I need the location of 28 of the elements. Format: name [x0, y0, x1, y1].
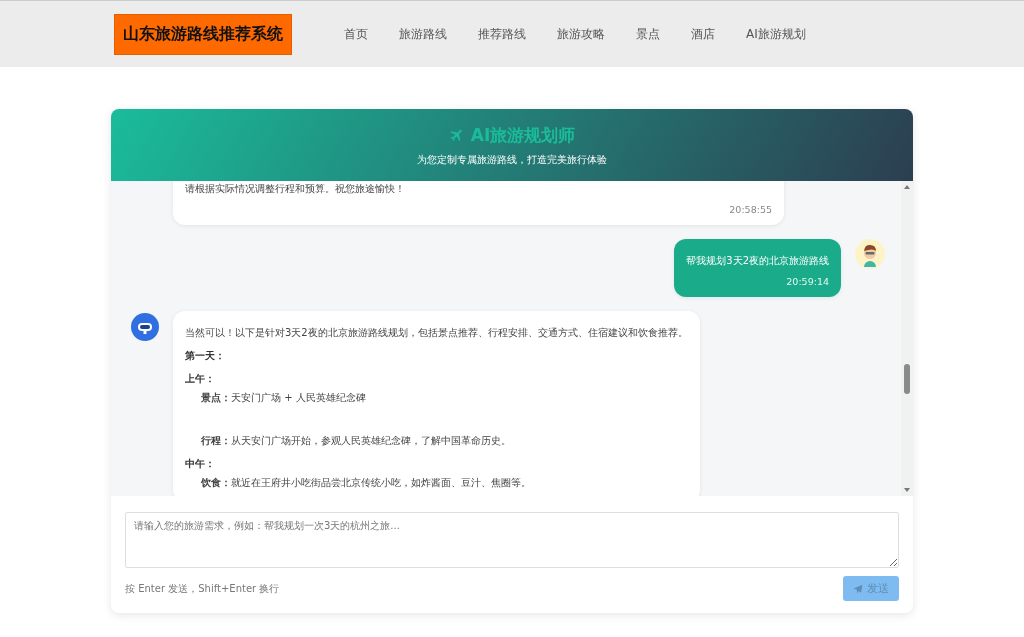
message-text: 当然可以！以下是针对3天2夜的北京旅游路线规划，包括景点推荐、行程安排、交通方式、住宿建议和饮食推荐。 [185, 326, 688, 340]
message-text: 帮我规划3天2夜的北京旅游路线 [686, 254, 829, 268]
send-icon [853, 583, 863, 594]
message-text: 饮食：就近在王府井小吃街品尝北京传统小吃，如炸酱面、豆汁、焦圈等。 [200, 476, 532, 490]
nav-link[interactable]: 旅游路线 [399, 25, 447, 43]
nav-link[interactable]: 首页 [344, 25, 368, 43]
airplane-icon [448, 127, 465, 143]
nav-link[interactable]: 景点 [636, 25, 660, 43]
scrollbar[interactable] [901, 181, 913, 496]
message-input[interactable]: 请输入您的旅游需求，例如：帮我规划一次3天的杭州之旅... [125, 512, 899, 568]
message-text: 景点：天安门广场 + 人民英雄纪念碑 [200, 391, 367, 405]
message-time: 20:58:55 [728, 204, 772, 215]
message-heading: 上午： [185, 372, 216, 386]
chat-subtitle: 为您定制专属旅游路线，打造完美旅行体验 [417, 152, 607, 167]
message-time: 20:59:14 [785, 276, 829, 287]
nav-link[interactable]: 旅游攻略 [557, 25, 605, 43]
message-heading: 第一天： [185, 349, 226, 363]
chat-title: AI旅游规划师 [470, 123, 576, 147]
message-heading: 中午： [185, 457, 216, 471]
input-hint: 按 Enter 发送，Shift+Enter 换行 [125, 581, 280, 596]
nav-link[interactable]: 酒店 [691, 25, 715, 43]
robot-avatar-icon [131, 313, 159, 341]
message-text: 请根据实际情况调整行程和预算。祝您旅途愉快！ [185, 182, 406, 196]
message-text: 行程：从天安门广场开始，参观人民英雄纪念碑，了解中国革命历史。 [200, 434, 512, 448]
nav-link[interactable]: 推荐路线 [478, 25, 526, 43]
site-logo[interactable]: 山东旅游路线推荐系统 [114, 13, 292, 55]
nav-link[interactable]: AI旅游规划 [746, 25, 806, 43]
user-avatar-icon [855, 239, 885, 269]
